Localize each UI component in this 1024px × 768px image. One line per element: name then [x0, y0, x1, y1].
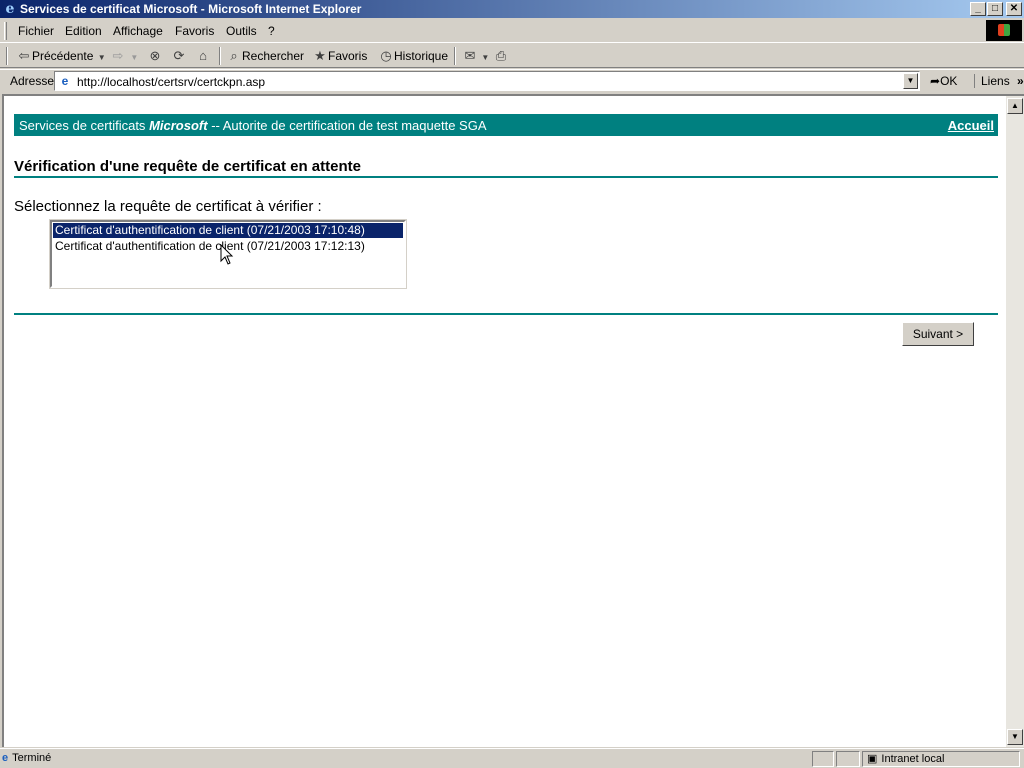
- menu-edition[interactable]: Edition: [65, 24, 102, 38]
- maximize-button[interactable]: □: [987, 2, 1003, 16]
- mouse-cursor-icon: [220, 244, 234, 265]
- forward-arrow-icon: ⇨: [112, 48, 124, 63]
- toolbar-separator: [454, 47, 456, 65]
- intranet-zone-icon: ▣: [867, 753, 878, 765]
- banner-text: Services de certificats Microsoft -- Aut…: [19, 118, 487, 133]
- menu-affichage[interactable]: Affichage: [113, 24, 163, 38]
- vertical-scrollbar[interactable]: ▲ ▼: [1006, 94, 1024, 747]
- links-button[interactable]: Liens »: [974, 74, 1024, 88]
- address-input[interactable]: e http://localhost/certsrv/certckpn.asp …: [54, 71, 920, 91]
- home-link[interactable]: Accueil: [948, 118, 994, 133]
- stop-icon: ⊗: [149, 48, 161, 63]
- toolbar: ⇦ Précédente ▼ ⇨ ▼ ⊗ ⟳ ⌂ ⌕ Rechercher ★ Fav…: [0, 44, 1024, 68]
- favorites-icon: ★: [314, 48, 326, 63]
- status-page-icon: e: [2, 752, 9, 764]
- title-bar: e Services de certificat Microsoft - Mic…: [0, 0, 1024, 18]
- banner-prefix: Services de certificats: [19, 118, 146, 133]
- scroll-up-icon[interactable]: ▲: [1007, 98, 1023, 114]
- ie-logo-icon: e: [5, 1, 15, 17]
- security-zone: ▣ Intranet local: [862, 751, 1020, 767]
- status-bar: e Terminé ▣ Intranet local: [0, 748, 1024, 768]
- form-divider: [14, 313, 998, 315]
- mail-button[interactable]: ✉ ▼: [462, 48, 490, 66]
- history-button[interactable]: ◷ Historique: [378, 48, 448, 64]
- chevron-more-icon[interactable]: »: [1017, 74, 1024, 88]
- header-banner: Services de certificats Microsoft -- Aut…: [14, 114, 998, 136]
- favorites-button[interactable]: ★ Favoris: [312, 48, 367, 64]
- minimize-button[interactable]: _: [970, 2, 986, 16]
- status-panel: [836, 751, 860, 767]
- scroll-down-icon[interactable]: ▼: [1007, 729, 1023, 745]
- forward-button[interactable]: ⇨ ▼: [110, 48, 139, 66]
- toolbar-grip: [6, 47, 8, 65]
- next-button[interactable]: Suivant >: [902, 322, 974, 346]
- back-button[interactable]: ⇦ Précédente ▼: [16, 48, 107, 66]
- history-icon: ◷: [380, 48, 392, 63]
- page-title: Vérification d'une requête de certificat…: [14, 158, 361, 175]
- request-option[interactable]: Certificat d'authentification de client …: [53, 223, 403, 238]
- banner-suffix: -- Autorite de certification de test maq…: [211, 118, 487, 133]
- mail-icon: ✉: [464, 48, 476, 63]
- windows-logo-icon: [986, 20, 1022, 41]
- toolbar-separator: [219, 47, 221, 65]
- go-button[interactable]: ➦OK: [930, 74, 957, 88]
- print-icon: ⎙: [495, 48, 507, 63]
- address-label: Adresse: [10, 74, 55, 88]
- title-divider: [14, 176, 998, 178]
- page-icon: e: [61, 74, 69, 88]
- status-panel: [812, 751, 834, 767]
- home-button[interactable]: ⌂: [195, 48, 211, 64]
- request-prompt: Sélectionnez la requête de certificat à …: [14, 198, 322, 215]
- menu-outils[interactable]: Outils: [226, 24, 257, 38]
- address-bar: Adresse e http://localhost/certsrv/certc…: [0, 69, 1024, 92]
- banner-brand: Microsoft: [149, 118, 208, 133]
- page-viewport: Services de certificats Microsoft -- Aut…: [2, 94, 1006, 747]
- menu-favoris[interactable]: Favoris: [175, 24, 214, 38]
- mail-dropdown-icon[interactable]: ▼: [481, 50, 489, 66]
- address-url[interactable]: http://localhost/certsrv/certckpn.asp: [77, 75, 265, 89]
- menu-fichier[interactable]: Fichier: [18, 24, 54, 38]
- stop-button[interactable]: ⊗: [147, 48, 163, 64]
- print-button[interactable]: ⎙: [493, 48, 509, 64]
- refresh-button[interactable]: ⟳: [171, 48, 187, 64]
- search-icon: ⌕: [230, 48, 238, 63]
- back-arrow-icon: ⇦: [18, 48, 30, 63]
- go-arrow-icon: ➦: [930, 74, 941, 88]
- forward-dropdown-icon[interactable]: ▼: [129, 50, 139, 66]
- refresh-icon: ⟳: [173, 48, 185, 63]
- window-title: Services de certificat Microsoft - Micro…: [20, 2, 362, 16]
- back-dropdown-icon[interactable]: ▼: [97, 50, 107, 66]
- menu-help[interactable]: ?: [268, 24, 275, 38]
- menu-grip[interactable]: [4, 22, 7, 40]
- status-text-cell: e Terminé: [2, 752, 52, 764]
- search-button[interactable]: ⌕ Rechercher: [226, 48, 304, 64]
- home-icon: ⌂: [199, 48, 207, 63]
- menu-bar: Fichier Edition Affichage Favoris Outils…: [0, 19, 1024, 43]
- address-dropdown-button[interactable]: ▼: [903, 73, 918, 89]
- close-button[interactable]: ✕: [1006, 2, 1022, 16]
